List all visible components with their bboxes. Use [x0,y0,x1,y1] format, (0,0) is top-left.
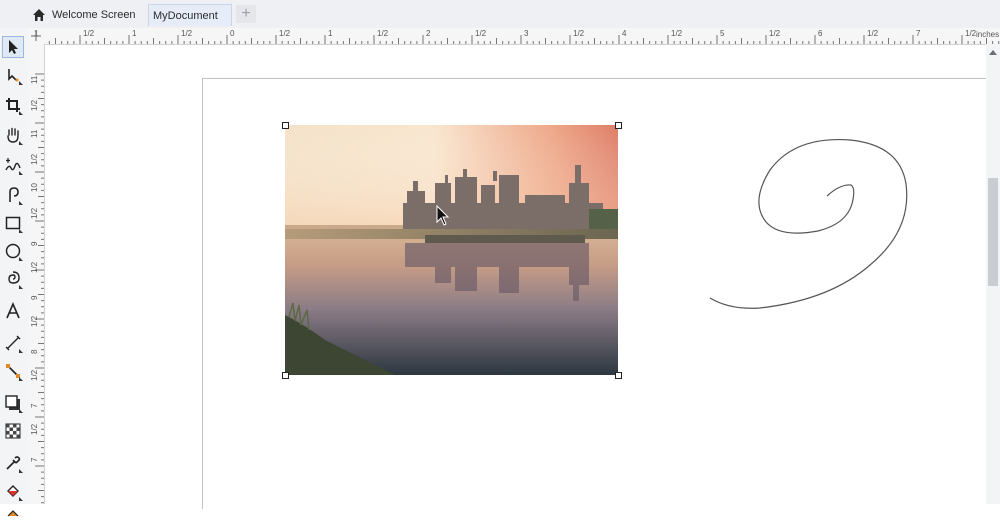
selection-handle-top-left[interactable] [282,122,289,129]
ruler-label: 1/2 [475,29,487,38]
ruler-label: 1/2 [30,153,39,165]
tab-welcome-screen[interactable]: Welcome Screen [28,4,144,26]
ruler-label: 1/2 [30,369,39,381]
ruler-label: 9 [30,295,39,300]
ruler-label: 7 [30,457,39,462]
tab-mydocument[interactable]: MyDocument [148,4,232,26]
ruler-label: 1/2 [83,29,95,38]
ruler-label: 6 [818,29,823,38]
artistic-media-button[interactable] [2,184,24,206]
ruler-label: 7 [30,403,39,408]
vertical-ruler-ticks [35,73,44,504]
mouse-pointer-icon [436,205,450,226]
castle-photo-image[interactable] [285,125,618,375]
vertical-scrollbar[interactable] [986,44,1000,504]
interactive-fill-button[interactable] [2,480,24,502]
connector-tool-button[interactable] [2,360,24,382]
ruler-label: 1/2 [279,29,291,38]
ruler-label: 1/2 [965,29,977,38]
pan-tool-button[interactable] [2,124,24,146]
ruler-label: 1/2 [30,423,39,435]
vertical-ruler[interactable]: 11 1/2 11 1/2 10 1/2 9 1/2 9 1/2 8 1/2 7 1/2 7 [28,44,45,504]
ruler-label: 1 [328,29,333,38]
ruler-label: 11 [30,129,39,138]
tab-mydocument-label: MyDocument [153,9,218,22]
dimension-tool-button[interactable] [2,332,24,354]
scroll-up-arrow-icon[interactable] [989,50,997,55]
scrollbar-thumb[interactable] [988,178,998,286]
selection-handle-bottom-left[interactable] [282,372,289,379]
ruler-label: 5 [720,29,725,38]
ruler-label: 1/2 [30,261,39,273]
selection-handle-top-right[interactable] [615,122,622,129]
ruler-label: 7 [916,29,921,38]
shape-tool-button[interactable] [2,64,24,86]
horizontal-ruler[interactable]: 1 1/2 1 1/2 0 1/2 1 1/2 2 1/2 3 1/2 4 1/2 5 1/2 6 1/2 7 1/2… [34,28,1000,45]
ruler-label: 1/2 [671,29,683,38]
smart-fill-button[interactable] [2,506,24,522]
home-icon [33,9,45,21]
ruler-label: 1/2 [181,29,193,38]
ruler-label: 0 [230,29,235,38]
ruler-label: 3 [524,29,529,38]
ruler-unit-label: inches [976,30,1000,39]
ruler-label: 1/2 [867,29,879,38]
pick-tool-button[interactable] [2,36,24,58]
ruler-label: 10 [30,183,39,192]
selection-handle-bottom-right[interactable] [615,372,622,379]
transparency-tool-icon [5,423,21,439]
ruler-label: 4 [622,29,627,38]
smart-fill-icon [7,510,19,517]
ruler-label: 1/2 [573,29,585,38]
tab-welcome-label: Welcome Screen [52,9,136,21]
ruler-label: 11 [30,75,39,84]
ruler-label: 1/2 [377,29,389,38]
spiral-curve[interactable] [700,130,920,320]
ruler-label: 1/2 [30,99,39,111]
ruler-label: 1/2 [30,315,39,327]
ruler-label: 9 [30,241,39,246]
rectangle-tool-button[interactable] [2,212,24,234]
eyedropper-tool-button[interactable] [2,452,24,474]
castle-lake-picture [285,125,618,375]
ruler-label: 1/2 [769,29,781,38]
pick-tool-icon [9,40,18,54]
ellipse-tool-button[interactable] [2,240,24,262]
transparency-tool-button[interactable] [2,420,24,442]
ruler-label: 2 [426,29,431,38]
ruler-label: 1/2 [30,207,39,219]
text-tool-icon [6,302,20,319]
crop-tool-button[interactable] [2,94,24,116]
ruler-label: 8 [30,349,39,354]
document-tab-bar: Welcome Screen MyDocument + [0,0,1000,29]
drop-shadow-button[interactable] [2,392,24,414]
text-tool-button[interactable] [2,300,24,322]
ruler-label: 1 [34,29,39,38]
spiral-tool-button[interactable] [2,268,24,290]
freehand-tool-button[interactable] [2,154,24,176]
plus-icon: + [241,5,251,22]
new-document-button[interactable]: + [236,5,256,23]
toolbox [0,28,29,517]
ruler-label: 1 [132,29,137,38]
